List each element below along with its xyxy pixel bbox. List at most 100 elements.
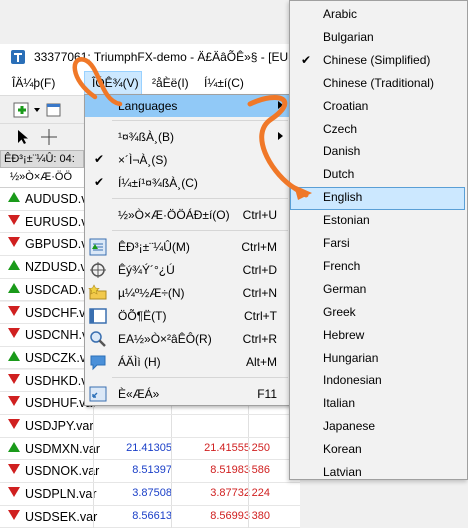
language-item[interactable]: Dutch	[290, 163, 467, 186]
language-item[interactable]: Chinese (Traditional)	[290, 72, 467, 95]
language-item[interactable]: ✔ Chinese (Simplified)	[290, 49, 467, 72]
market-watch-header: ÊÐ³¡±¨¼Û: 04:	[0, 150, 84, 168]
strategy-tester-icon	[90, 331, 106, 347]
column-divider	[171, 460, 172, 483]
language-label: Hungarian	[323, 350, 379, 365]
menu-file[interactable]: ÎÄ¼þ(F)	[12, 76, 55, 90]
column-divider	[93, 437, 94, 460]
spread-value: 586	[251, 464, 270, 477]
menu-item-terminal[interactable]: ÖÕ¶Ë(T) Ctrl+T	[85, 305, 289, 327]
language-item[interactable]: Estonian	[290, 209, 467, 232]
language-label: German	[323, 281, 367, 296]
language-item[interactable]: German	[290, 278, 467, 301]
menu-item-data-window[interactable]: Êý¾Ý´°¿Ú Ctrl+D	[85, 259, 289, 281]
menu-item-languages[interactable]: Languages	[85, 95, 289, 117]
symbol-name: USDSEK.var	[25, 509, 98, 524]
menu-item-shortcut: Ctrl+U	[242, 208, 277, 222]
menu-item-strategy-tester[interactable]: EA½»Ò×²âÊÔ(R) Ctrl+R	[85, 328, 289, 350]
language-label: Japanese	[323, 419, 376, 434]
language-item[interactable]: English	[290, 186, 467, 209]
language-label: Croatian	[323, 98, 369, 113]
crosshair-tool-icon[interactable]	[40, 128, 58, 146]
menu-item-label: ×´Ì¬À¸(S)	[118, 153, 168, 167]
language-label: Dutch	[323, 167, 355, 182]
down-arrow-icon	[8, 396, 20, 407]
column-divider	[171, 483, 172, 506]
language-label: Hebrew	[323, 327, 365, 342]
column-divider	[248, 437, 249, 460]
language-item[interactable]: Korean	[290, 438, 467, 461]
language-item[interactable]: Bulgarian	[290, 26, 467, 49]
menu-item-shortcut: Ctrl+R	[242, 332, 277, 346]
language-item[interactable]: Croatian	[290, 95, 467, 118]
bid-value: 21.41305	[126, 441, 172, 454]
menu-item-label: Êý¾Ý´°¿Ú	[118, 263, 175, 277]
column-divider	[248, 505, 249, 528]
window-title: 33377061: TriumphFX-demo - Ä£ÄâÕÊ»§ - [E…	[34, 50, 314, 64]
menu-insert[interactable]: ²åÈë(I)	[152, 76, 189, 90]
table-row[interactable]: USDJPY.var	[0, 415, 300, 438]
language-item[interactable]: Italian	[290, 392, 467, 415]
table-row[interactable]: USDPLN.var 3.87508 3.87732 224	[0, 483, 300, 506]
column-divider	[93, 460, 94, 483]
language-label: Czech	[323, 121, 358, 136]
language-label: English	[323, 190, 363, 205]
symbol-name: USDPLN.var	[25, 487, 97, 502]
terminal-icon	[89, 308, 107, 324]
menu-view[interactable]: ÎÓÊ¾(V)	[92, 76, 139, 90]
menu-item-market-watch[interactable]: ÊÐ³¡±¨¼Û(M) Ctrl+M	[85, 236, 289, 258]
language-label: Greek	[323, 304, 356, 319]
menu-item-label: È«ÆÁ»	[118, 387, 160, 401]
language-label: Indonesian	[323, 373, 382, 388]
crosshair-icon	[90, 262, 106, 278]
new-chart-icon[interactable]	[12, 100, 32, 120]
column-divider	[248, 415, 249, 437]
menu-item-status-bar[interactable]: ✔ ×´Ì¬À¸(S)	[85, 149, 289, 171]
window-top-strip	[0, 0, 300, 44]
language-item[interactable]: Hungarian	[290, 347, 467, 370]
menu-item-charts-bar[interactable]: ✔ Í¼±í¹¤¾ßÀ¸(C)	[85, 172, 289, 194]
language-item[interactable]: Greek	[290, 301, 467, 324]
symbol-name: USDMXN.var	[25, 441, 101, 456]
language-item[interactable]: Hebrew	[290, 324, 467, 347]
menu-item-symbols[interactable]: ½»Ò×Æ·ÖÖÁÐ±í(O) Ctrl+U	[85, 204, 289, 226]
ask-value: 8.56993	[210, 509, 250, 522]
cursor-icon[interactable]	[14, 128, 32, 146]
language-item[interactable]: Farsi	[290, 232, 467, 255]
menu-item-label: ÁÄÌì (H)	[118, 355, 161, 369]
language-label: Arabic	[323, 7, 358, 21]
table-row[interactable]: USDMXN.var 21.41305 21.41555 250	[0, 437, 300, 461]
language-item[interactable]: Czech	[290, 118, 467, 141]
menu-charts[interactable]: Í¼±í(C)	[204, 76, 244, 90]
down-arrow-icon	[8, 509, 20, 520]
app-logo-icon	[11, 50, 25, 64]
profiles-icon[interactable]	[44, 100, 64, 120]
column-divider	[248, 460, 249, 483]
language-label: Bulgarian	[323, 29, 374, 44]
language-label: Chinese (Simplified)	[323, 52, 431, 67]
checkmark-icon: ✔	[301, 52, 312, 67]
language-label: Estonian	[323, 213, 370, 228]
language-item[interactable]: Arabic	[290, 3, 467, 26]
menu-item-navigator[interactable]: µ¼º½Æ÷(N) Ctrl+N	[85, 282, 289, 304]
bid-value: 3.87508	[132, 487, 172, 500]
chevron-down-icon[interactable]	[34, 108, 40, 112]
language-item[interactable]: Japanese	[290, 415, 467, 438]
menu-item-toolbars[interactable]: ¹¤¾ßÀ¸(B)	[85, 126, 289, 148]
menu-divider	[112, 120, 288, 121]
language-label: Korean	[323, 442, 362, 457]
up-arrow-icon	[8, 260, 20, 271]
up-arrow-icon	[8, 192, 20, 202]
table-row[interactable]: USDSEK.var 8.56613 8.56993 380	[0, 505, 300, 528]
language-item[interactable]: Latvian	[290, 461, 467, 484]
symbol-column-header[interactable]: ½»Ò×Æ·ÖÖ	[0, 168, 84, 188]
fullscreen-icon	[89, 386, 107, 402]
menu-item-chat[interactable]: ÁÄÌì (H) Alt+M	[85, 351, 289, 373]
up-arrow-icon	[8, 350, 20, 361]
menu-item-fullscreen[interactable]: È«ÆÁ» F11	[85, 383, 289, 405]
language-item[interactable]: Indonesian	[290, 369, 467, 392]
language-item[interactable]: French	[290, 255, 467, 278]
menu-item-shortcut: Ctrl+N	[242, 286, 277, 300]
menu-item-label: ¹¤¾ßÀ¸(B)	[118, 130, 175, 144]
language-item[interactable]: Danish	[290, 140, 467, 163]
